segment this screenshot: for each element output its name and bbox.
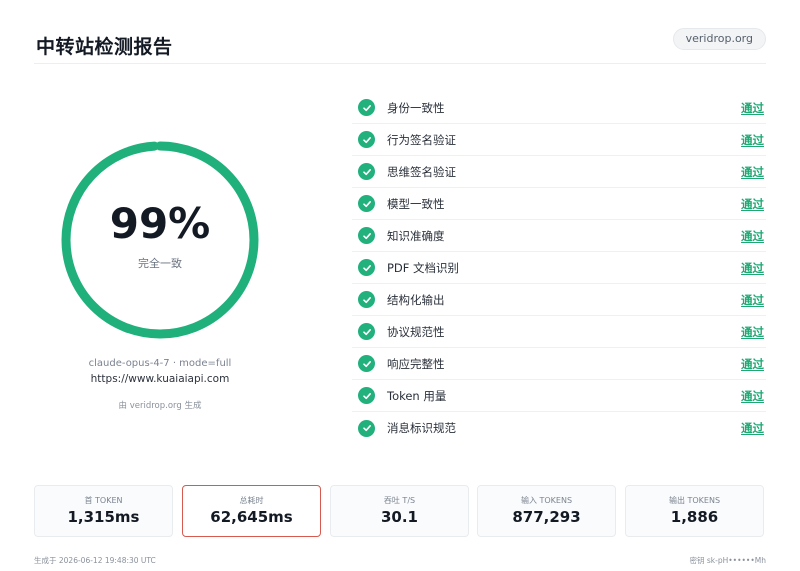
check-circle-icon: [358, 259, 375, 276]
check-row: 思维签名验证 通过: [352, 156, 766, 188]
check-label: 响应完整性: [387, 356, 445, 371]
stat-value: 62,645ms: [210, 508, 293, 526]
check-label: 知识准确度: [387, 228, 445, 243]
check-circle-icon: [358, 323, 375, 340]
check-status-link[interactable]: 通过: [741, 420, 764, 436]
check-row: Token 用量 通过: [352, 380, 766, 412]
check-row: PDF 文档识别 通过: [352, 252, 766, 284]
check-label: 行为签名验证: [387, 132, 456, 147]
check-row: 模型一致性 通过: [352, 188, 766, 220]
stat-card-input-tokens: 输入 TOKENS 877,293: [477, 485, 616, 537]
check-label: 身份一致性: [387, 100, 445, 115]
stat-card-throughput: 吞吐 T/S 30.1: [330, 485, 469, 537]
stat-card-output-tokens: 输出 TOKENS 1,886: [625, 485, 764, 537]
stat-card-first-token: 首 TOKEN 1,315ms: [34, 485, 173, 537]
check-circle-icon: [358, 387, 375, 404]
score-ring: 99% 完全一致: [60, 140, 260, 340]
check-status-link[interactable]: 通过: [741, 196, 764, 212]
check-list: 身份一致性 通过 行为签名验证 通过 思维签名验证 通过 模型一致性 通过 知识…: [352, 92, 766, 444]
check-row: 身份一致性 通过: [352, 92, 766, 124]
generated-by: 由 veridrop.org 生成: [118, 401, 202, 411]
site-badge[interactable]: veridrop.org: [672, 28, 766, 50]
check-status-link[interactable]: 通过: [741, 100, 764, 116]
generated-timestamp: 生成于 2026-06-12 19:48:30 UTC: [34, 556, 156, 565]
check-row: 结构化输出 通过: [352, 284, 766, 316]
check-row: 协议规范性 通过: [352, 316, 766, 348]
check-status-link[interactable]: 通过: [741, 388, 764, 404]
check-status-link[interactable]: 通过: [741, 356, 764, 372]
check-row: 消息标识规范 通过: [352, 412, 766, 444]
check-circle-icon: [358, 163, 375, 180]
check-row: 行为签名验证 通过: [352, 124, 766, 156]
stat-label: 输入 TOKENS: [520, 496, 573, 505]
check-circle-icon: [358, 419, 375, 437]
stat-label: 吞吐 T/S: [383, 496, 416, 505]
check-label: 协议规范性: [387, 324, 445, 339]
check-circle-icon: [358, 227, 375, 244]
stat-value: 1,886: [670, 508, 719, 526]
page-title: 中转站检测报告: [36, 36, 173, 58]
check-status-link[interactable]: 通过: [741, 228, 764, 244]
check-circle-icon: [358, 99, 375, 116]
check-circle-icon: [358, 195, 375, 212]
stat-value: 1,315ms: [67, 508, 140, 526]
stat-label: 总耗时: [239, 496, 264, 505]
check-label: 模型一致性: [387, 196, 445, 211]
score-label: 完全一致: [138, 257, 182, 270]
check-row: 响应完整性 通过: [352, 348, 766, 380]
stat-value: 877,293: [512, 508, 581, 526]
check-status-link[interactable]: 通过: [741, 164, 764, 180]
stat-card-total-time: 总耗时 62,645ms: [182, 485, 321, 537]
check-row: 知识准确度 通过: [352, 220, 766, 252]
stat-label: 输出 TOKENS: [668, 496, 721, 505]
check-status-link[interactable]: 通过: [741, 260, 764, 276]
header-divider: [34, 63, 766, 64]
check-circle-icon: [358, 131, 375, 148]
check-label: PDF 文档识别: [387, 260, 460, 275]
check-label: 思维签名验证: [387, 164, 456, 179]
stats-bar: 首 TOKEN 1,315ms 总耗时 62,645ms 吞吐 T/S 30.1…: [34, 485, 767, 537]
tested-url[interactable]: https://www.kuaiaiapi.com: [60, 373, 260, 385]
check-circle-icon: [358, 355, 375, 372]
check-label: 结构化输出: [387, 292, 445, 307]
check-status-link[interactable]: 通过: [741, 324, 764, 340]
check-status-link[interactable]: 通过: [741, 132, 764, 148]
check-label: Token 用量: [387, 388, 447, 403]
stat-label: 首 TOKEN: [84, 496, 123, 505]
check-status-link[interactable]: 通过: [741, 292, 764, 308]
api-key-masked: 密钥 sk-pH••••••Mh: [689, 556, 766, 565]
score-value: 99%: [109, 199, 211, 248]
check-circle-icon: [358, 291, 375, 308]
model-mode: claude-opus-4-7 · mode=full: [88, 358, 232, 369]
check-label: 消息标识规范: [387, 421, 456, 435]
stat-value: 30.1: [380, 508, 418, 526]
